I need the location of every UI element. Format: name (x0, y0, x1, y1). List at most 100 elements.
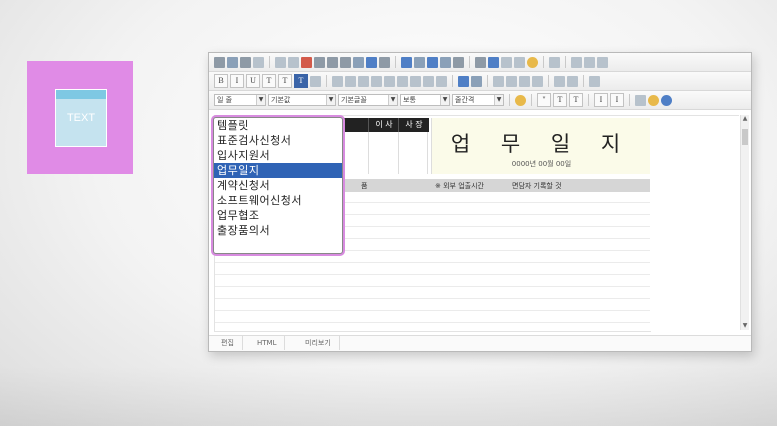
insert-file-icon[interactable] (440, 56, 451, 68)
document-icon: TEXT (55, 89, 107, 147)
align-justify-icon[interactable] (371, 75, 382, 87)
template-option[interactable]: 계약신청서 (214, 178, 342, 193)
heart-icon[interactable] (515, 94, 526, 106)
document-date: 0000년 00월 00일 (511, 160, 572, 168)
emoticon-icon[interactable] (527, 56, 538, 68)
template-option[interactable]: 업무협조 (214, 208, 342, 223)
italic-button[interactable]: I (230, 74, 244, 88)
template-option[interactable]: 템플릿 (214, 118, 342, 133)
special-char-icon[interactable] (514, 56, 525, 68)
text-indent-button[interactable]: I (594, 93, 608, 107)
highlight-button[interactable]: T (294, 74, 308, 88)
help-icon[interactable] (597, 56, 608, 68)
scroll-up-icon[interactable]: ▲ (741, 115, 749, 123)
template-icon[interactable] (567, 75, 578, 87)
table-row (215, 262, 650, 263)
line-spacing-icon[interactable] (410, 75, 421, 87)
insert-table-icon[interactable] (401, 56, 412, 68)
align-center-icon[interactable] (345, 75, 356, 87)
template-option[interactable]: 표준검사신청서 (214, 133, 342, 148)
document-icon-header (56, 90, 106, 99)
outdent-icon[interactable] (397, 75, 408, 87)
font-select[interactable]: 기본값 ▼ (268, 94, 336, 106)
page-break-icon[interactable] (589, 75, 600, 87)
source-icon[interactable] (584, 56, 595, 68)
pen-icon[interactable] (488, 56, 499, 68)
layout-icon[interactable] (571, 56, 582, 68)
undo-icon[interactable] (275, 56, 286, 68)
tab-preview[interactable]: 미리보기 (297, 336, 340, 350)
stage-floor (0, 366, 777, 426)
cut-icon[interactable] (301, 56, 312, 68)
font-color-button[interactable]: T (278, 74, 292, 88)
chevron-down-icon: ▼ (326, 95, 335, 105)
tab-edit[interactable]: 편집 (213, 336, 243, 350)
help-circle-icon[interactable] (661, 94, 672, 106)
align-left-icon[interactable] (332, 75, 343, 87)
chevron-down-icon: ▼ (388, 95, 397, 105)
weight-select[interactable]: 보통 ▼ (400, 94, 450, 106)
fullscreen-icon[interactable] (549, 56, 560, 68)
approval-cell[interactable] (368, 132, 399, 174)
redo-icon[interactable] (288, 56, 299, 68)
paste-special-icon[interactable] (340, 56, 351, 68)
info-icon[interactable] (648, 94, 659, 106)
template-option[interactable]: 입사지원서 (214, 148, 342, 163)
document-title: 업 무 일 지 (450, 132, 633, 156)
align-right-icon[interactable] (358, 75, 369, 87)
subscript-button[interactable]: T (569, 93, 583, 107)
toolbar-row-3: 일 줄 ▼ 기본값 ▼ 기본글꼴 ▼ 보통 ▼ 줄간격 ▼ " T T I I (209, 91, 751, 110)
split-cells-icon[interactable] (532, 75, 543, 87)
chevron-down-icon: ▼ (256, 95, 265, 105)
size-select[interactable]: 기본글꼴 ▼ (338, 94, 398, 106)
link-icon[interactable] (475, 56, 486, 68)
bold-button[interactable]: B (214, 74, 228, 88)
clear-format-icon[interactable] (310, 75, 321, 87)
template-option[interactable]: 소프트웨어신청서 (214, 193, 342, 208)
number-list-icon[interactable] (436, 75, 447, 87)
bullet-list-icon[interactable] (423, 75, 434, 87)
layer-icon[interactable] (471, 75, 482, 87)
row-label: 면담자 기록할 것 (512, 182, 562, 190)
approval-cell[interactable] (398, 132, 428, 174)
template-option[interactable]: 출장품의서 (214, 223, 342, 238)
template-thumbnail[interactable]: TEXT (27, 61, 133, 174)
box-icon[interactable] (458, 75, 469, 87)
template-dropdown[interactable]: 템플릿 표준검사신청서 입사지원서 업무일지 계약신청서 소프트웨어신청서 업무… (213, 117, 343, 254)
text-outdent-button[interactable]: I (610, 93, 624, 107)
grid-icon[interactable] (635, 94, 646, 106)
horizontal-rule-icon[interactable] (501, 56, 512, 68)
toolbar-divider (469, 56, 470, 68)
tab-html[interactable]: HTML (249, 336, 286, 350)
vertical-scrollbar[interactable]: ▲ ▼ (740, 115, 749, 330)
save-icon[interactable] (227, 56, 238, 68)
scroll-down-icon[interactable]: ▼ (741, 322, 749, 330)
quote-button[interactable]: " (537, 93, 551, 107)
style-select[interactable]: 일 줄 ▼ (214, 94, 266, 106)
merge-cells-icon[interactable] (519, 75, 530, 87)
strikethrough-button[interactable]: T (262, 74, 276, 88)
table-props-icon[interactable] (493, 75, 504, 87)
indent-icon[interactable] (384, 75, 395, 87)
find-icon[interactable] (353, 56, 364, 68)
paste-icon[interactable] (327, 56, 338, 68)
spellcheck-icon[interactable] (379, 56, 390, 68)
print-icon[interactable] (240, 56, 251, 68)
print-preview-icon[interactable] (253, 56, 264, 68)
insert-form-icon[interactable] (453, 56, 464, 68)
insert-image-icon[interactable] (414, 56, 425, 68)
insert-media-icon[interactable] (427, 56, 438, 68)
scrollbar-thumb[interactable] (742, 129, 748, 145)
superscript-button[interactable]: T (553, 93, 567, 107)
replace-icon[interactable] (366, 56, 377, 68)
template-option-selected[interactable]: 업무일지 (214, 163, 342, 178)
cell-props-icon[interactable] (506, 75, 517, 87)
title-box: 업 무 일 지 0000년 00월 00일 (431, 118, 650, 174)
size-select-value: 기본글꼴 (341, 96, 367, 104)
copy-icon[interactable] (314, 56, 325, 68)
line-spacing-select[interactable]: 줄간격 ▼ (452, 94, 504, 106)
new-doc-icon[interactable] (214, 56, 225, 68)
editor-mode-tabs: 편집 HTML 미리보기 (209, 335, 751, 351)
underline-button[interactable]: U (246, 74, 260, 88)
frame-icon[interactable] (554, 75, 565, 87)
